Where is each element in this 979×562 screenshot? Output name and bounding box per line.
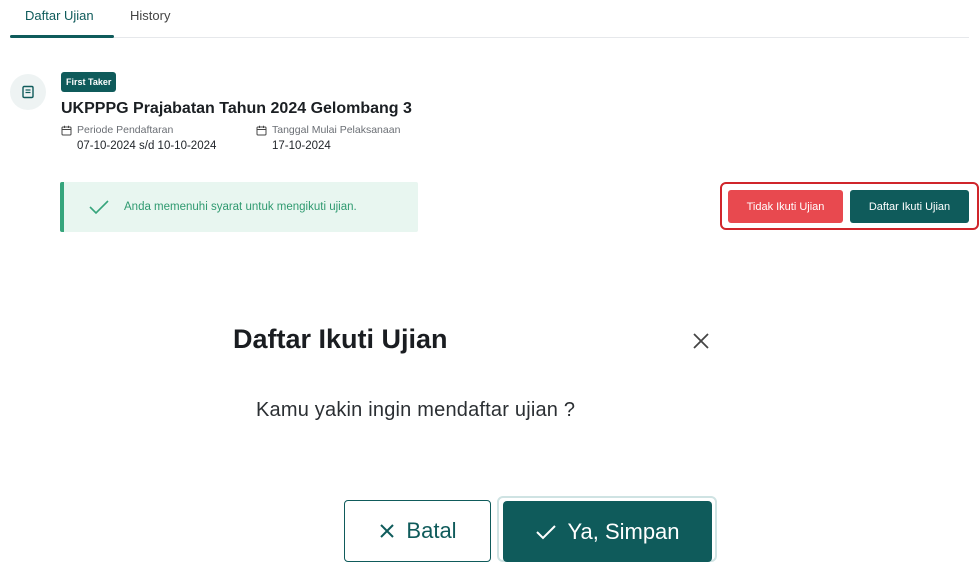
start-date: Tanggal Mulai Pelaksanaan 17-10-2024 <box>256 124 400 152</box>
eligibility-notice: Anda memenuhi syarat untuk mengikuti uji… <box>60 182 418 232</box>
calendar-icon <box>61 125 72 135</box>
decline-exam-button[interactable]: Tidak Ikuti Ujian <box>728 190 843 223</box>
cancel-button[interactable]: Batal <box>344 500 491 562</box>
register-exam-button[interactable]: Daftar Ikuti Ujian <box>850 190 969 223</box>
start-date-value: 17-10-2024 <box>272 140 331 152</box>
confirm-button-label: Ya, Simpan <box>567 518 680 544</box>
tab-bar: Daftar Ujian History <box>10 0 969 38</box>
calendar-icon <box>256 125 267 135</box>
check-icon <box>536 524 557 539</box>
dialog-message: Kamu yakin ingin mendaftar ujian ? <box>256 399 576 421</box>
active-tab-indicator <box>10 35 114 38</box>
cancel-button-label: Batal <box>406 518 457 543</box>
start-date-label: Tanggal Mulai Pelaksanaan <box>272 124 401 136</box>
tab-daftar-ujian[interactable]: Daftar Ujian <box>25 8 94 23</box>
close-icon <box>380 524 395 538</box>
registration-period-label: Periode Pendaftaran <box>77 124 174 136</box>
registration-period-value: 07-10-2024 s/d 10-10-2024 <box>77 140 217 152</box>
exam-title: UKPPPG Prajabatan Tahun 2024 Gelombang 3 <box>61 100 412 117</box>
confirm-button[interactable]: Ya, Simpan <box>503 501 712 562</box>
check-icon <box>89 200 109 215</box>
tab-history[interactable]: History <box>130 8 170 23</box>
close-icon[interactable] <box>688 328 714 354</box>
registration-period: Periode Pendaftaran 07-10-2024 s/d 10-10… <box>61 124 216 152</box>
dialog-title: Daftar Ikuti Ujian <box>233 324 448 354</box>
first-taker-badge: First Taker <box>61 72 117 92</box>
document-icon <box>10 74 46 110</box>
eligibility-message: Anda memenuhi syarat untuk mengikuti uji… <box>124 201 357 213</box>
